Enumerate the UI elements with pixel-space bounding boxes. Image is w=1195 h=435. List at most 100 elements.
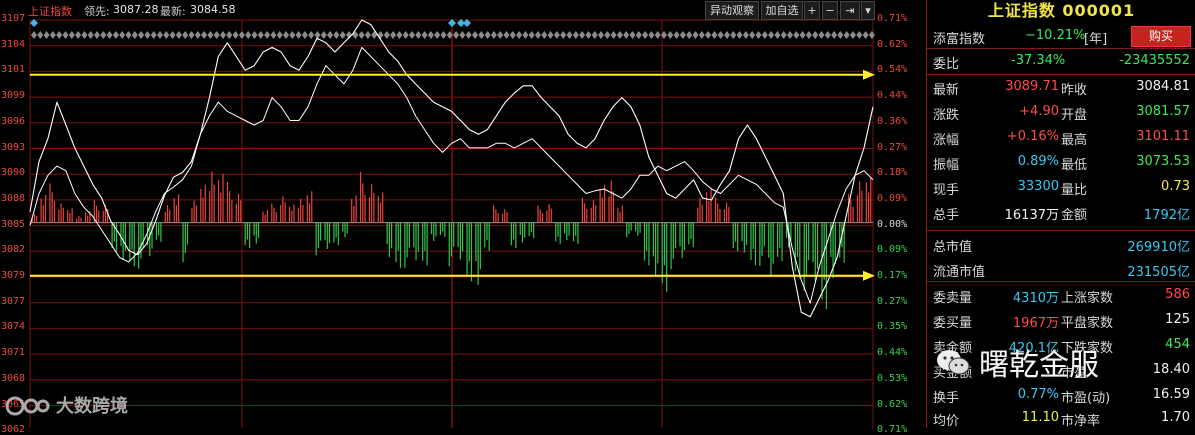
percent-tick-label: 0.44% — [877, 90, 908, 102]
zoom-in-button[interactable]: + — [804, 1, 820, 20]
percent-tick-label: 0.44% — [877, 347, 908, 359]
zoom-out-button[interactable]: − — [822, 1, 838, 20]
buy-button[interactable]: 购买 — [1131, 26, 1191, 47]
quote-row: 换手 0.77% 市盈(动) 16.59 — [927, 384, 1195, 406]
divider — [927, 48, 1195, 49]
time-marker — [793, 31, 800, 39]
percent-tick-label: 0.71% — [877, 424, 908, 435]
time-marker — [736, 31, 743, 39]
time-marker — [112, 31, 119, 39]
time-marker — [308, 31, 315, 39]
row-label: 换手 — [933, 391, 960, 406]
latest-label: 最新: — [160, 5, 186, 18]
percent-tick-label: 0.62% — [877, 398, 908, 410]
time-marker — [805, 31, 812, 39]
time-marker — [320, 31, 327, 39]
time-marker — [383, 31, 390, 39]
time-marker — [459, 31, 466, 39]
row-label-2: 量比 — [1061, 183, 1088, 198]
time-marker — [509, 31, 516, 39]
time-marker — [220, 31, 226, 39]
row-label: 涨跌 — [933, 108, 960, 123]
row-value: 0.77% — [1017, 387, 1059, 402]
row-label-2: 开盘 — [1061, 108, 1088, 123]
row-label: 流通市值 — [933, 265, 986, 280]
row-label: 委买量 — [933, 316, 973, 331]
row-label-2: 市净率 — [1061, 414, 1101, 429]
price-tick-label: 3088 — [1, 192, 26, 204]
time-marker — [138, 31, 145, 39]
fund-label: 添富指数 — [933, 32, 986, 47]
row-value-2: 3081.57 — [1136, 104, 1190, 119]
time-marker — [94, 31, 100, 39]
time-marker — [692, 31, 699, 39]
time-marker — [301, 31, 308, 39]
intraday-chart[interactable] — [0, 0, 922, 428]
time-marker — [264, 31, 271, 39]
time-marker — [175, 31, 182, 39]
time-marker — [390, 31, 397, 39]
price-tick-label: 3101 — [1, 64, 26, 76]
time-marker — [87, 31, 94, 39]
quote-row: 涨跌 +4.90 开盘 3081.57 — [927, 101, 1195, 123]
row-value: +0.16% — [1006, 129, 1059, 144]
time-marker — [276, 31, 283, 39]
time-marker — [749, 31, 756, 39]
percent-tick-label: 0.54% — [877, 64, 908, 76]
percent-tick-label: 0.00% — [877, 218, 908, 230]
row-value-2: 1.70 — [1161, 410, 1190, 425]
add-favorite-button[interactable]: 加自选 — [761, 1, 803, 20]
time-marker — [56, 31, 63, 39]
time-marker — [125, 31, 132, 39]
time-marker — [453, 31, 460, 39]
row-value-2: 0.73 — [1161, 179, 1190, 194]
percent-tick-label: 0.18% — [877, 167, 908, 179]
time-marker — [75, 31, 82, 39]
time-marker — [566, 31, 573, 39]
time-marker — [572, 31, 579, 39]
time-marker — [182, 31, 189, 39]
time-marker — [434, 31, 441, 39]
time-marker — [742, 31, 749, 39]
percent-tick-label: 0.35% — [877, 321, 908, 333]
time-marker — [169, 31, 176, 39]
brand-overlay: 曙乾金服 — [935, 340, 1099, 384]
jump-end-button[interactable]: ⇥ — [840, 1, 860, 20]
time-marker — [610, 31, 617, 39]
time-marker — [799, 31, 806, 39]
row-label: 总市值 — [933, 240, 973, 255]
time-marker — [642, 31, 649, 39]
row-value-2: 231505亿 — [1127, 265, 1190, 280]
row-label: 振幅 — [933, 158, 960, 173]
time-marker — [289, 31, 296, 39]
time-marker — [850, 31, 856, 39]
row-label-2: 金额 — [1061, 208, 1088, 223]
anomaly-watch-button[interactable]: 异动观察 — [705, 1, 759, 20]
row-value-2: 454 — [1165, 337, 1190, 352]
time-marker — [724, 31, 730, 39]
time-marker — [245, 31, 252, 39]
percent-tick-label: 0.71% — [877, 13, 908, 24]
16c-logo-icon — [6, 396, 50, 416]
time-marker — [868, 31, 875, 39]
time-marker — [824, 31, 831, 39]
row-label: 委比 — [933, 57, 960, 72]
wechat-icon — [937, 350, 970, 375]
time-marker — [774, 31, 781, 39]
quote-row: 现手 33300 量比 0.73 — [927, 176, 1195, 198]
row-value: -37.34% — [1011, 53, 1066, 68]
chart-menu-button[interactable]: ▾ — [861, 1, 875, 20]
price-tick-label: 3099 — [1, 90, 26, 102]
time-marker — [194, 31, 201, 39]
time-marker — [818, 31, 825, 39]
row-label: 现手 — [933, 183, 960, 198]
row-value-2: 125 — [1165, 312, 1190, 327]
time-marker — [251, 31, 258, 39]
time-marker — [43, 31, 50, 39]
time-marker — [547, 31, 554, 39]
time-marker — [711, 31, 718, 39]
intraday-chart-panel[interactable]: 上证指数 领先: 3087.28 最新: 3084.58 异动观察 加自选 + … — [0, 0, 922, 435]
time-marker — [761, 31, 768, 39]
time-marker — [314, 31, 321, 39]
time-marker — [409, 31, 415, 39]
